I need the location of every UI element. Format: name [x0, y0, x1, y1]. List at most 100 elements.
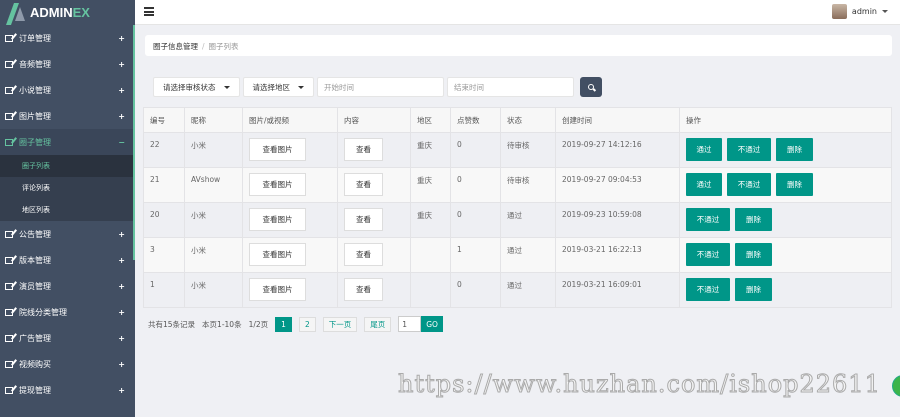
action-button[interactable]: 删除	[735, 278, 772, 301]
sidebar-item[interactable]: 版本管理 +	[0, 247, 135, 273]
expand-icon: +	[118, 333, 125, 343]
edit-icon	[5, 360, 13, 368]
action-button[interactable]: 删除	[776, 173, 813, 196]
expand-icon: +	[118, 255, 125, 265]
sidebar-item[interactable]: 订单管理 +	[0, 25, 135, 51]
cell-content: 查看	[337, 237, 411, 273]
page-jump-input[interactable]: 1	[398, 316, 422, 332]
cell-actions: 不通过 删除	[679, 202, 892, 238]
edit-icon	[5, 86, 13, 94]
sidebar-item[interactable]: 公告管理 +	[0, 221, 135, 247]
edit-icon	[5, 138, 13, 146]
end-time-input[interactable]: 结束时间	[447, 77, 574, 97]
sidebar-item[interactable]: 小说管理 +	[0, 77, 135, 103]
expand-icon: +	[118, 111, 125, 121]
submenu-item[interactable]: 评论列表	[0, 177, 135, 199]
logo-text: ADMIN	[30, 5, 73, 20]
column-header: 图片/或视频	[242, 107, 338, 133]
user-menu[interactable]: admin	[831, 4, 888, 19]
action-button[interactable]: 不通过	[686, 208, 730, 231]
sidebar-item[interactable]: 音频管理 +	[0, 51, 135, 77]
action-button[interactable]: 删除	[776, 138, 813, 161]
start-time-input[interactable]: 开始时间	[317, 77, 444, 97]
action-button[interactable]: 通过	[686, 173, 722, 196]
sidebar-item[interactable]: 演员管理 +	[0, 273, 135, 299]
view-image-button[interactable]: 查看图片	[249, 208, 306, 231]
cell-id: 20	[143, 202, 185, 238]
edit-icon	[5, 282, 13, 290]
sidebar-item[interactable]: 广告管理 +	[0, 325, 135, 351]
posts-table: 编号 昵称 图片/或视频 内容 地区 点赞数 状态 创建时间 操作 22 小米 查看图片 查看 …	[143, 107, 892, 308]
search-icon	[588, 84, 594, 90]
next-page-button[interactable]: 下一页	[322, 316, 358, 332]
logo[interactable]: ADMIN EX	[0, 0, 135, 25]
status-select[interactable]: 请选择审核状态	[153, 77, 240, 97]
region-select[interactable]: 请选择地区	[242, 77, 314, 97]
collapse-icon: −	[118, 137, 125, 147]
view-content-button[interactable]: 查看	[344, 278, 383, 301]
sidebar-item-label: 小说管理	[19, 85, 51, 95]
sidebar-item-label: 圈子管理	[19, 137, 51, 147]
cell-nickname: 小米	[184, 237, 243, 273]
action-button[interactable]: 不通过	[727, 138, 771, 161]
cell-status: 通过	[500, 237, 556, 273]
total-records: 共有15条记录	[148, 319, 196, 329]
sidebar-item[interactable]: 提现管理 +	[0, 377, 135, 403]
sidebar-accent-bar	[133, 25, 135, 260]
view-content-button[interactable]: 查看	[344, 243, 383, 266]
breadcrumb-parent[interactable]: 圈子信息管理	[153, 42, 198, 51]
submenu: 圈子列表 评论列表 地区列表	[0, 155, 135, 221]
table-row: 3 小米 查看图片 查看 1 通过 2019-03-21 16:22:13 不通…	[143, 237, 892, 273]
action-button[interactable]: 不通过	[686, 278, 730, 301]
submenu-item[interactable]: 圈子列表	[0, 155, 135, 177]
action-button[interactable]: 不通过	[686, 243, 730, 266]
sidebar-item[interactable]: 圈子管理 −	[0, 129, 135, 155]
cell-created: 2019-09-27 09:04:53	[555, 167, 680, 203]
page-2-button[interactable]: 2	[298, 316, 316, 332]
last-page-button[interactable]: 尾页	[364, 316, 392, 332]
edit-icon	[5, 34, 13, 42]
action-button[interactable]: 通过	[686, 138, 722, 161]
view-image-button[interactable]: 查看图片	[249, 173, 306, 196]
cell-id: 3	[143, 237, 185, 273]
edit-icon	[5, 112, 13, 120]
sidebar-item[interactable]: 视频购买 +	[0, 351, 135, 377]
logo-text-accent: EX	[72, 5, 90, 20]
table-row: 20 小米 查看图片 查看 重庆 0 通过 2019-09-23 10:59:0…	[143, 202, 892, 238]
action-button[interactable]: 删除	[735, 243, 772, 266]
cell-media: 查看图片	[242, 132, 338, 168]
submenu-item[interactable]: 地区列表	[0, 199, 135, 221]
edit-icon	[5, 386, 13, 394]
cell-id: 21	[143, 167, 185, 203]
menu-toggle-icon[interactable]	[144, 7, 154, 16]
sidebar-item[interactable]: 图片管理 +	[0, 103, 135, 129]
view-content-button[interactable]: 查看	[344, 208, 383, 231]
cell-created: 2019-03-21 16:22:13	[555, 237, 680, 273]
page-1-button[interactable]: 1	[275, 316, 292, 332]
top-header: admin	[135, 0, 900, 25]
view-image-button[interactable]: 查看图片	[249, 278, 306, 301]
sidebar-item-label: 广告管理	[19, 333, 51, 343]
cell-created: 2019-09-23 10:59:08	[555, 202, 680, 238]
cell-status: 待审核	[500, 167, 556, 203]
go-button[interactable]: GO	[421, 316, 443, 332]
expand-icon: +	[118, 307, 125, 317]
breadcrumb-current: 圈子列表	[208, 42, 239, 51]
search-button[interactable]	[580, 77, 602, 97]
sidebar-item-label: 演员管理	[19, 281, 51, 291]
column-header: 内容	[337, 107, 411, 133]
column-header: 编号	[143, 107, 185, 133]
sidebar-item[interactable]: 院线分类管理 +	[0, 299, 135, 325]
view-content-button[interactable]: 查看	[344, 138, 383, 161]
action-button[interactable]: 不通过	[727, 173, 771, 196]
cell-content: 查看	[337, 132, 411, 168]
view-image-button[interactable]: 查看图片	[249, 243, 306, 266]
edit-icon	[5, 334, 13, 342]
view-image-button[interactable]: 查看图片	[249, 138, 306, 161]
watermark: https://www.huzhan.com/ishop22611	[398, 370, 881, 399]
floating-action-icon[interactable]	[892, 375, 900, 397]
view-content-button[interactable]: 查看	[344, 173, 383, 196]
action-button[interactable]: 删除	[735, 208, 772, 231]
cell-likes: 0	[450, 202, 501, 238]
cell-status: 待审核	[500, 132, 556, 168]
